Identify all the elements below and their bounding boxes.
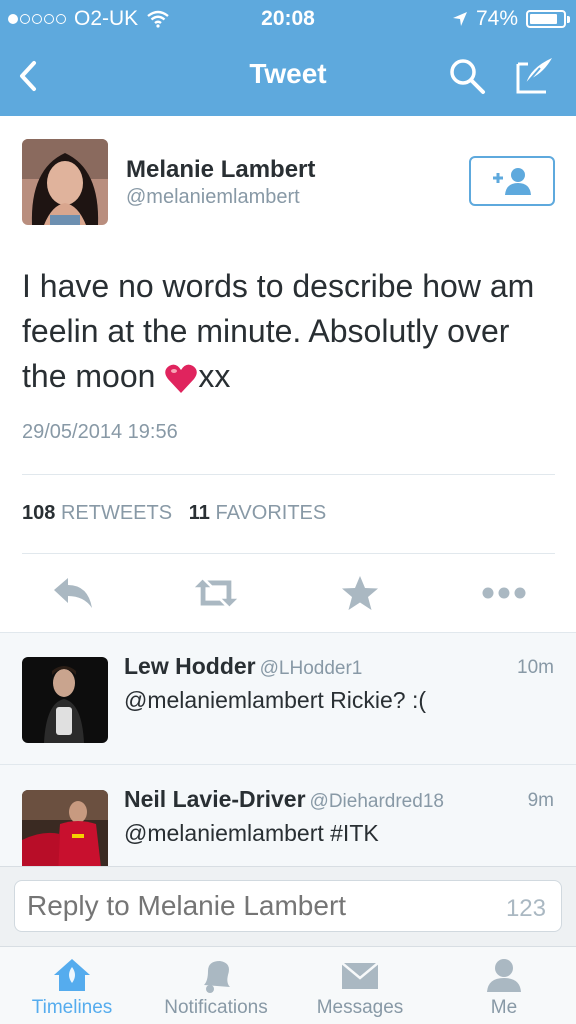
reply-item[interactable]: Lew Hodder @LHodder1 10m @melaniemlambert… bbox=[0, 633, 576, 765]
navbar: Tweet bbox=[0, 40, 576, 116]
tweet-actions bbox=[0, 570, 576, 620]
favorites-label[interactable]: FAVORITES bbox=[215, 502, 326, 525]
replies-list: Lew Hodder @LHodder1 10m @melaniemlambert… bbox=[0, 632, 576, 866]
add-user-icon bbox=[493, 168, 531, 195]
favorite-button[interactable] bbox=[337, 570, 383, 616]
reply-icon bbox=[54, 578, 92, 608]
tab-me[interactable]: Me bbox=[432, 947, 576, 1024]
tab-label: Me bbox=[490, 997, 518, 1018]
status-right: 74% bbox=[452, 7, 570, 31]
tab-notifications[interactable]: Notifications bbox=[144, 947, 288, 1024]
home-icon bbox=[54, 959, 90, 991]
status-bar: O2-UK 20:08 74% bbox=[0, 0, 576, 40]
reply-bar: 123 bbox=[0, 866, 576, 946]
reply-avatar[interactable] bbox=[22, 790, 108, 866]
tweet-timestamp: 29/05/2014 19:56 bbox=[22, 421, 178, 443]
tab-label: Notifications bbox=[164, 997, 268, 1018]
reply-text: @melaniemlambert #ITK bbox=[124, 820, 379, 846]
tweet-text-main: I have no words to describe how am feeli… bbox=[22, 268, 535, 394]
header: O2-UK 20:08 74% Tweet bbox=[0, 0, 576, 116]
reply-time: 10m bbox=[517, 657, 554, 678]
heart-emoji-icon bbox=[165, 364, 198, 393]
divider bbox=[22, 553, 555, 554]
reply-author-handle[interactable]: @LHodder1 bbox=[260, 658, 363, 679]
reply-author-name[interactable]: Lew Hodder bbox=[124, 653, 256, 679]
battery-percent: 74% bbox=[475, 7, 518, 30]
reply-input[interactable] bbox=[14, 880, 562, 932]
reply-author-name[interactable]: Neil Lavie-Driver bbox=[124, 786, 306, 812]
search-icon bbox=[450, 59, 485, 94]
battery-icon bbox=[526, 10, 570, 28]
retweet-icon bbox=[194, 579, 238, 607]
author-avatar[interactable] bbox=[22, 139, 108, 225]
author-name[interactable]: Melanie Lambert bbox=[126, 156, 315, 184]
location-arrow-icon bbox=[452, 12, 467, 26]
reply-avatar[interactable] bbox=[22, 657, 108, 743]
compose-button[interactable] bbox=[514, 54, 556, 96]
tweet-text: I have no words to describe how am feeli… bbox=[22, 264, 562, 399]
reply-time: 9m bbox=[527, 790, 554, 811]
reply-button[interactable] bbox=[49, 570, 95, 616]
follow-button[interactable] bbox=[469, 156, 555, 206]
divider bbox=[22, 474, 555, 475]
tweet-stats: 108 RETWEETS 11 FAVORITES bbox=[22, 502, 326, 525]
tab-label: Timelines bbox=[31, 997, 113, 1018]
compose-icon bbox=[516, 58, 552, 94]
person-icon bbox=[487, 959, 521, 992]
more-button[interactable] bbox=[481, 570, 527, 616]
reply-item[interactable]: Neil Lavie-Driver @Diehardred18 9m @melan… bbox=[0, 766, 576, 866]
tab-bar: Timelines Notifications Messages Me bbox=[0, 946, 576, 1024]
envelope-icon bbox=[341, 962, 379, 989]
tab-messages[interactable]: Messages bbox=[288, 947, 432, 1024]
author-handle[interactable]: @melaniemlambert bbox=[126, 186, 300, 209]
reply-char-count: 123 bbox=[505, 895, 546, 922]
retweets-count[interactable]: 108 bbox=[22, 502, 55, 525]
reply-author[interactable]: Lew Hodder @LHodder1 bbox=[124, 653, 362, 680]
bell-icon bbox=[204, 961, 230, 993]
reply-author-handle[interactable]: @Diehardred18 bbox=[310, 791, 444, 812]
reply-text: @melaniemlambert Rickie? :( bbox=[124, 687, 426, 713]
search-button[interactable] bbox=[447, 56, 487, 96]
tab-label: Messages bbox=[316, 997, 404, 1018]
favorites-count[interactable]: 11 bbox=[189, 502, 210, 525]
star-icon bbox=[342, 576, 378, 610]
more-dots-icon bbox=[482, 587, 526, 599]
retweet-button[interactable] bbox=[193, 570, 239, 616]
tab-timelines[interactable]: Timelines bbox=[0, 947, 144, 1024]
reply-author[interactable]: Neil Lavie-Driver @Diehardred18 bbox=[124, 786, 444, 813]
retweets-label[interactable]: RETWEETS bbox=[61, 502, 172, 525]
tweet-text-end: xx bbox=[198, 358, 231, 394]
page-title: Tweet bbox=[249, 58, 327, 89]
